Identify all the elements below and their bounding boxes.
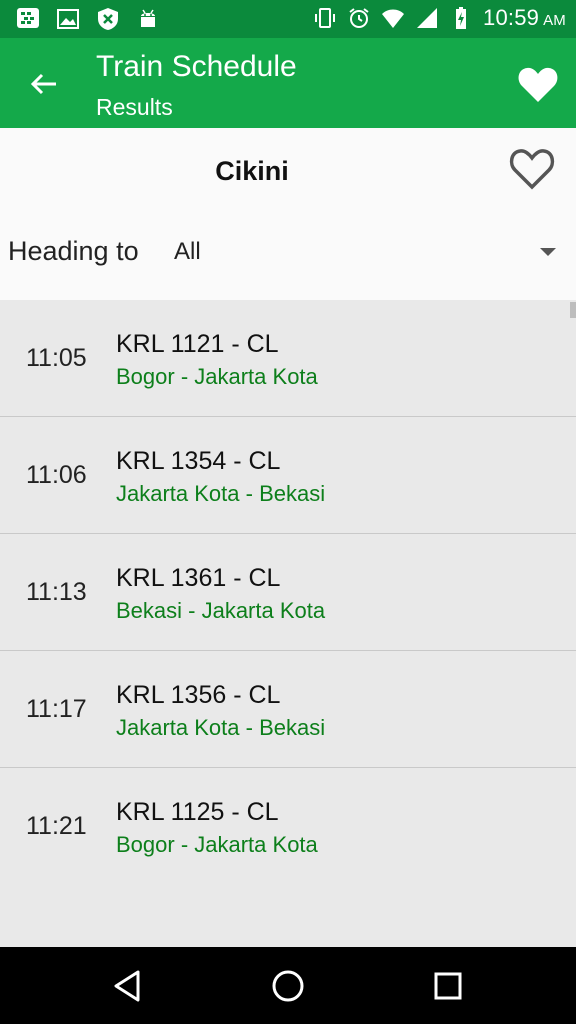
wifi-icon [382, 9, 405, 28]
dropdown-arrow-icon [540, 248, 556, 256]
back-triangle-icon[interactable] [108, 967, 146, 1005]
train-route: Jakarta Kota - Bekasi [116, 481, 326, 506]
battery-charging-icon [456, 7, 467, 29]
departure-time: 11:17 [26, 695, 87, 723]
train-number: KRL 1361 - CL [116, 564, 281, 592]
schedule-row[interactable]: 11:17 KRL 1356 - CL Jakarta Kota - Bekas… [0, 651, 576, 768]
page-title: Train Schedule [96, 50, 297, 83]
heading-to-label: Heading to [8, 236, 139, 266]
heading-to-select[interactable]: All [174, 236, 566, 272]
clock: 10:59 AM [483, 5, 566, 31]
departure-time: 11:21 [26, 812, 87, 840]
departure-time: 11:13 [26, 578, 87, 606]
train-number: KRL 1121 - CL [116, 330, 279, 358]
train-number: KRL 1356 - CL [116, 681, 281, 709]
train-route: Bekasi - Jakarta Kota [116, 598, 326, 623]
vibrate-icon [315, 8, 336, 28]
train-route: Bogor - Jakarta Kota [116, 364, 318, 389]
navigation-bar [0, 947, 576, 1024]
back-arrow-icon[interactable] [28, 68, 60, 100]
train-number: KRL 1125 - CL [116, 798, 279, 826]
android-icon [141, 9, 155, 27]
station-name: Cikini [215, 156, 289, 186]
bbm-icon [17, 8, 39, 28]
schedule-row[interactable]: 11:05 KRL 1121 - CL Bogor - Jakarta Kota [0, 300, 576, 417]
train-route: Bogor - Jakarta Kota [116, 832, 318, 857]
station-header: Cikini Heading to All [0, 128, 576, 300]
notification-icons [16, 7, 160, 31]
signal-icon [417, 8, 438, 28]
heading-to-value: All [174, 238, 201, 265]
clock-ampm: AM [543, 12, 566, 29]
schedule-row[interactable]: 11:06 KRL 1354 - CL Jakarta Kota - Bekas… [0, 417, 576, 534]
shield-x-icon [98, 8, 118, 30]
home-circle-icon[interactable] [269, 967, 307, 1005]
alarm-icon [349, 8, 369, 28]
status-bar: 10:59 AM [0, 0, 576, 38]
page-subtitle: Results [96, 94, 173, 120]
train-route: Jakarta Kota - Bekasi [116, 715, 326, 740]
favorites-heart-icon[interactable] [514, 60, 562, 108]
system-icons: 10:59 AM [313, 5, 566, 31]
departure-time: 11:05 [26, 344, 87, 372]
favorite-toggle-heart-icon[interactable] [506, 144, 558, 192]
clock-time: 10:59 [483, 5, 540, 30]
image-icon [57, 9, 79, 29]
train-number: KRL 1354 - CL [116, 447, 281, 475]
departure-time: 11:06 [26, 461, 87, 489]
recents-square-icon[interactable] [429, 967, 467, 1005]
schedule-list[interactable]: 11:05 KRL 1121 - CL Bogor - Jakarta Kota… [0, 300, 576, 947]
app-bar: Train Schedule Results [0, 38, 576, 128]
schedule-row[interactable]: 11:21 KRL 1125 - CL Bogor - Jakarta Kota [0, 768, 576, 884]
schedule-row[interactable]: 11:13 KRL 1361 - CL Bekasi - Jakarta Kot… [0, 534, 576, 651]
